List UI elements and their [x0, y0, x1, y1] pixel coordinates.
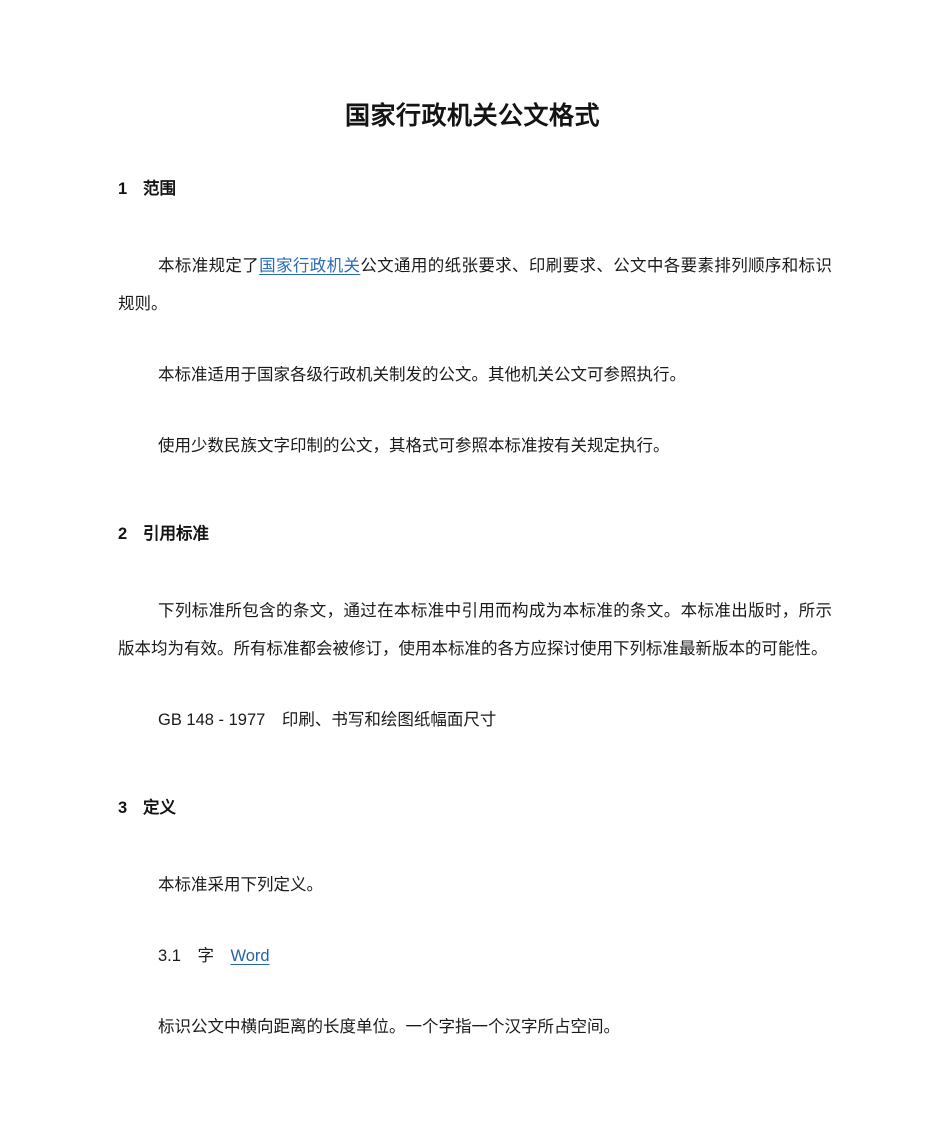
link-word[interactable]: Word	[230, 947, 269, 965]
paragraph-2-1: 下列标准所包含的条文，通过在本标准中引用而构成为本标准的条文。本标准出版时，所示…	[118, 602, 832, 659]
section-number-1: 1	[118, 180, 128, 198]
document-page: 国家行政机关公文格式 1 范围 本标准规定了国家行政机关公文通用的纸张要求、印刷要…	[0, 0, 945, 1123]
paragraph-3-1: 本标准采用下列定义。	[158, 876, 323, 895]
page-title: 国家行政机关公文格式	[344, 102, 600, 130]
section-heading-1: 1 范围	[118, 178, 832, 201]
link-national-admin-organ[interactable]: 国家行政机关	[259, 257, 360, 275]
referenced-standard-gb148: GB 148 - 1977 印刷、书写和绘图纸幅面尺寸	[158, 711, 497, 730]
section-number-2: 2	[118, 525, 128, 544]
paragraph-1-3: 使用少数民族文字印制的公文，其格式可参照本标准按有关规定执行。	[158, 437, 670, 456]
section-heading-2: 2 引用标准	[118, 523, 832, 546]
paragraph-lead-text: 本标准规定了	[158, 257, 260, 276]
subclause-term: 字	[197, 947, 214, 966]
section-heading-3: 3 定义	[118, 797, 832, 820]
subclause-3-1-definition: 标识公文中横向距离的长度单位。一个字指一个汉字所占空间。	[158, 1018, 620, 1037]
section-title-1: 范围	[143, 180, 176, 198]
subclause-number: 3.1	[158, 947, 181, 966]
section-number-3: 3	[118, 799, 128, 818]
section-title-3: 定义	[143, 799, 176, 818]
paragraph-1-2: 本标准适用于国家各级行政机关制发的公文。其他机关公文可参照执行。	[158, 366, 686, 385]
document-body: 1 范围 本标准规定了国家行政机关公文通用的纸张要求、印刷要求、公文中各要素排列顺…	[118, 178, 832, 1046]
section-title-2: 引用标准	[143, 525, 209, 544]
paragraph-1-1: 本标准规定了国家行政机关公文通用的纸张要求、印刷要求、公文中各要素排列顺序和标识…	[118, 247, 832, 323]
subclause-3-1-heading: 3.1 字 Word	[158, 937, 832, 975]
